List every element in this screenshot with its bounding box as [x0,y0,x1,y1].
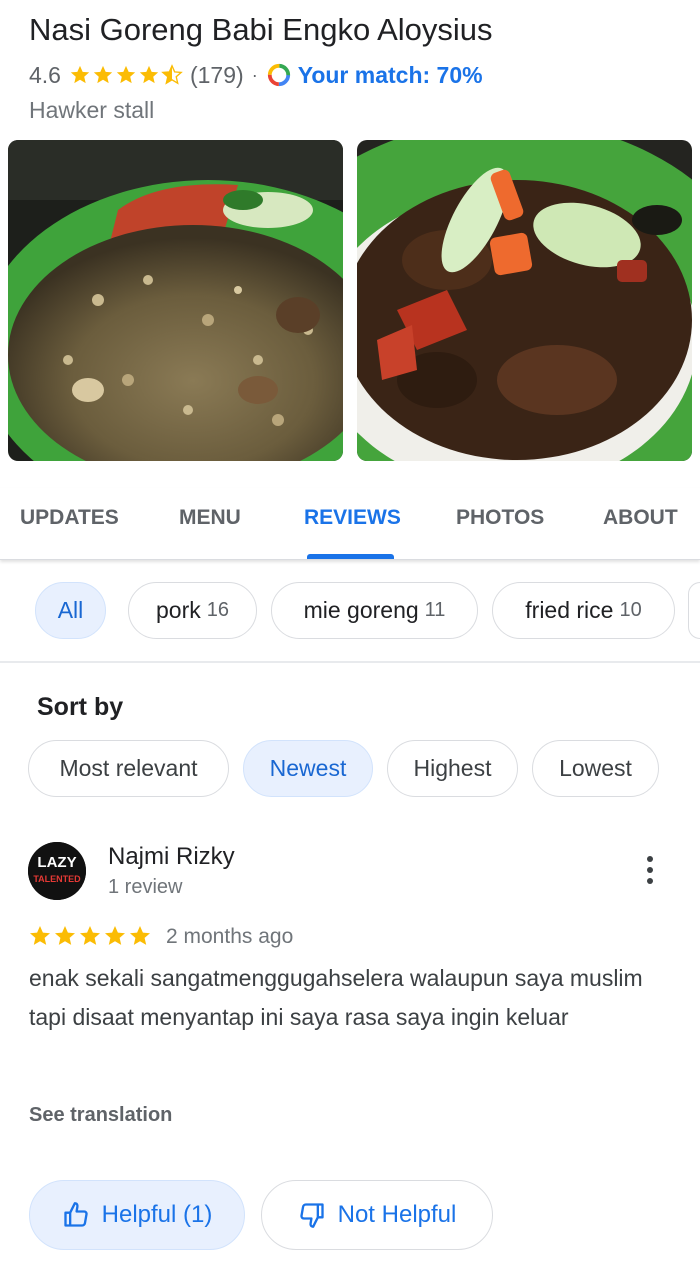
sort-newest[interactable]: Newest [243,740,373,797]
topic-chip-all[interactable]: All [35,582,106,639]
thumbs-down-icon [299,1203,324,1228]
not-helpful-button[interactable]: Not Helpful [261,1180,493,1250]
avatar-text-top: LAZY [37,854,76,871]
review-count[interactable]: (179) [190,62,244,89]
topic-chip-count: 11 [424,599,446,621]
separator-dot: · [251,64,258,85]
topic-chip-pork[interactable]: pork 16 [128,582,257,639]
section-divider [0,661,700,663]
match-score[interactable]: Your match: 70% [298,62,483,89]
food-photo-pork-dish[interactable] [357,140,692,461]
topic-chip-label: All [57,597,84,623]
star-icon [93,65,113,84]
topic-chip-label: fried rice [525,597,614,623]
review-topic-chips: All pork 16 mie goreng 11 fried rice 10 [0,582,700,642]
place-title: Nasi Goreng Babi Engko Aloysius [29,12,493,47]
helpful-label: Helpful (1) [101,1201,213,1228]
topic-chip-count: 10 [619,599,642,621]
rating-value: 4.6 [29,61,61,88]
tab-about[interactable]: ABOUT [603,506,678,530]
reviewer-name[interactable]: Najmi Rizky [108,843,235,871]
star-icon [70,65,90,84]
not-helpful-label: Not Helpful [337,1201,457,1228]
star-icon [116,65,136,84]
topic-chip-count: 16 [206,599,229,621]
star-icon [80,926,100,945]
half-star-icon [161,64,183,85]
review-text: enak sekali sangatmenggugahselera walaup… [29,965,643,1030]
tab-menu[interactable]: MENU [179,506,241,530]
avatar[interactable]: LAZY TALENTED [28,842,86,900]
sort-highest[interactable]: Highest [387,740,518,797]
rating-row: 4.6 (179) · Your match: 70% [29,60,483,90]
star-icon [139,65,159,84]
thumbs-up-icon [63,1202,88,1227]
sort-most-relevant[interactable]: Most relevant [28,740,229,797]
helpful-button[interactable]: Helpful (1) [29,1180,245,1250]
review-stars [28,924,153,948]
tab-reviews[interactable]: REVIEWS [304,506,401,530]
review-time: 2 months ago [166,925,294,948]
reviewer-meta: 1 review [108,876,183,898]
star-icon [55,926,75,945]
tab-updates[interactable]: UPDATES [20,506,119,530]
topic-chip-mie-goreng[interactable]: mie goreng 11 [271,582,478,639]
star-icon [130,926,150,945]
active-tab-indicator [307,554,394,559]
see-translation-link[interactable]: See translation [29,1104,172,1127]
star-icon [105,926,125,945]
google-match-icon [267,63,290,87]
place-category: Hawker stall [29,97,155,123]
sort-heading: Sort by [37,693,124,721]
topic-chip-fried-rice[interactable]: fried rice 10 [492,582,675,639]
star-icon [30,926,50,945]
sort-lowest[interactable]: Lowest [532,740,659,797]
more-options-icon[interactable] [634,852,666,888]
rating-stars [69,64,184,86]
avatar-text-bottom: TALENTED [33,874,81,884]
food-photo-fried-rice[interactable] [8,140,343,461]
tab-photos[interactable]: PHOTOS [456,506,544,530]
topic-chip-label: pork [156,597,201,623]
topic-chip-partial[interactable] [688,582,700,639]
place-tabs: UPDATES MENU REVIEWS PHOTOS ABOUT [0,488,700,560]
topic-chip-label: mie goreng [303,597,419,623]
